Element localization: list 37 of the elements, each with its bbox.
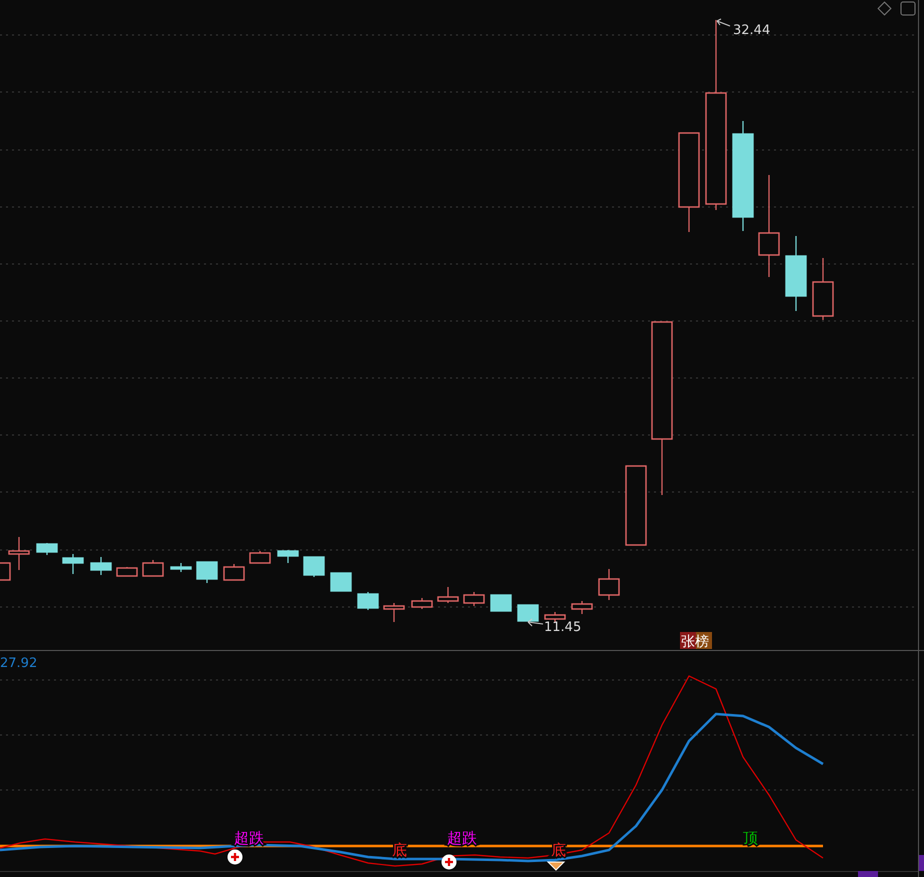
candlestick — [62, 554, 84, 574]
candlestick — [303, 556, 325, 577]
indicator-value: 27.92 — [0, 656, 38, 671]
scroll-marker — [858, 871, 878, 877]
oversold-signal: 超跌 — [447, 829, 477, 847]
arrow-icon — [716, 18, 730, 26]
panel-icon[interactable] — [900, 2, 916, 16]
candlestick — [90, 557, 112, 575]
candlestick — [437, 587, 459, 603]
candlestick — [463, 592, 485, 606]
top-signal: 顶 — [743, 829, 758, 847]
candlestick — [196, 561, 218, 583]
candlestick — [517, 604, 539, 622]
candlestick — [36, 543, 58, 555]
bottom-signal: 底 — [392, 841, 407, 859]
candlestick — [571, 601, 593, 614]
candlestick — [812, 258, 834, 320]
candlestick — [490, 594, 512, 612]
candlestick — [544, 612, 566, 622]
candlestick — [277, 550, 299, 563]
scroll-marker — [919, 855, 924, 871]
high-price-label: 32.44 — [733, 23, 770, 38]
plus-icon — [442, 854, 456, 870]
arrow-icon — [528, 618, 544, 626]
candlestick — [223, 564, 245, 581]
candlestick — [411, 598, 433, 609]
candlestick — [598, 569, 620, 600]
candlestick — [142, 560, 164, 577]
candlestick — [249, 551, 271, 564]
rank-badge: 张榜 — [680, 632, 712, 650]
low-price-label: 11.45 — [544, 620, 582, 635]
candlestick — [383, 603, 405, 622]
candlestick — [330, 572, 352, 592]
candlestick — [357, 592, 379, 610]
candlestick — [116, 567, 138, 577]
oversold-signal: 超跌 — [234, 829, 264, 847]
plus-icon — [228, 850, 242, 864]
